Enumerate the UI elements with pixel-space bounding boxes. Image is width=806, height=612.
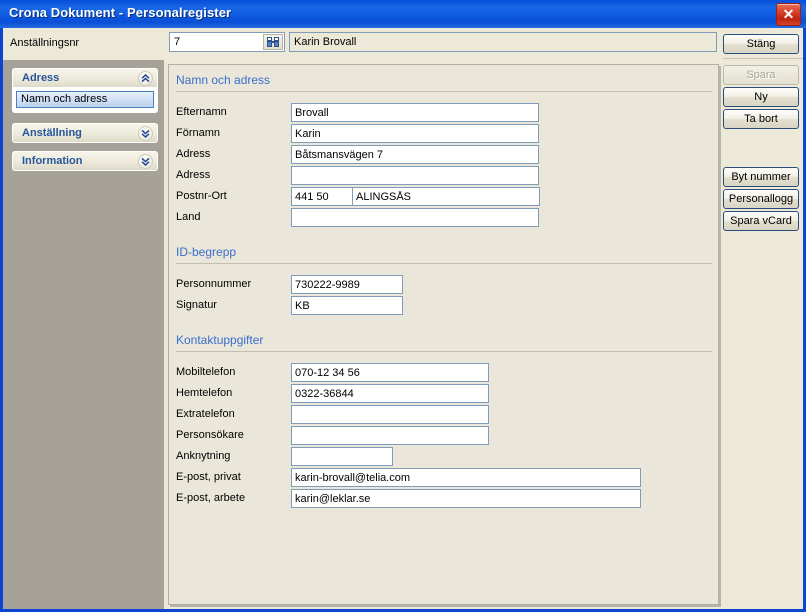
form-field-row: Signatur	[169, 296, 718, 316]
form-field-row: Mobiltelefon	[169, 363, 718, 383]
delete-button[interactable]: Ta bort	[723, 109, 799, 129]
field-label: Land	[176, 211, 201, 223]
close-button[interactable]: ✕	[776, 3, 801, 26]
form-field-row: Postnr-Ort	[169, 187, 718, 207]
field-label: Mobiltelefon	[176, 366, 236, 378]
field-label: Personnummer	[176, 278, 252, 290]
form-field-row: Personsökare	[169, 426, 718, 446]
sidebar-group-title-anstallning: Anställning	[22, 127, 82, 139]
form-field-row: Efternamn	[169, 103, 718, 123]
sidebar-item-namn-och-adress[interactable]: Namn och adress	[16, 91, 154, 108]
employee-name-display: Karin Brovall	[289, 32, 717, 52]
window-title-separator: -	[115, 5, 127, 20]
section-title: Kontaktuppgifter	[176, 333, 264, 347]
sidebar-group-title-information: Information	[22, 155, 83, 167]
section-title: Namn och adress	[176, 73, 271, 87]
form-field-row: Extratelefon	[169, 405, 718, 425]
field-input[interactable]	[291, 187, 353, 206]
field-input[interactable]	[291, 363, 489, 382]
field-label: Adress	[176, 148, 211, 160]
window-title-app: Crona Dokument	[9, 5, 116, 20]
field-label: Postnr-Ort	[176, 190, 227, 202]
field-input[interactable]	[291, 426, 489, 445]
form-field-row: Hemtelefon	[169, 384, 718, 404]
field-input[interactable]	[291, 296, 403, 315]
form-field-row: Land	[169, 208, 718, 228]
button-column-divider	[723, 58, 803, 59]
field-label: Signatur	[176, 299, 217, 311]
window-title: Crona Dokument - Personalregister	[9, 5, 231, 20]
save-vcard-button[interactable]: Spara vCard	[723, 211, 799, 231]
sidebar-group-header-information[interactable]: Information	[12, 151, 158, 171]
section-rule	[176, 351, 712, 352]
field-label: Extratelefon	[176, 408, 235, 420]
field-label: E-post, arbete	[176, 492, 246, 504]
close-window-button[interactable]: Stäng	[723, 34, 799, 54]
employee-number-input[interactable]	[170, 33, 263, 51]
field-label: E-post, privat	[176, 471, 241, 483]
sidebar-group-adress: Adress Namn och adress	[12, 68, 158, 113]
form-field-row: Personnummer	[169, 275, 718, 295]
new-button[interactable]: Ny	[723, 87, 799, 107]
field-label: Adress	[176, 169, 211, 181]
field-label: Efternamn	[176, 106, 227, 118]
chevron-double-down-icon[interactable]	[138, 154, 153, 169]
field-label: Förnamn	[176, 127, 221, 139]
sidebar-group-header-adress[interactable]: Adress	[12, 68, 158, 88]
employee-number-field-wrapper	[169, 32, 285, 52]
section-title: ID-begrepp	[176, 245, 237, 259]
sidebar-group-body-adress: Namn och adress	[12, 88, 158, 113]
navigation-sidebar: Adress Namn och adress Anställning Infor…	[3, 60, 164, 609]
chevron-double-down-icon[interactable]	[138, 126, 153, 141]
field-label: Personsökare	[176, 429, 244, 441]
save-button[interactable]: Spara	[723, 65, 799, 85]
field-input[interactable]	[291, 468, 641, 487]
form-field-row: Förnamn	[169, 124, 718, 144]
form-field-row: Adress	[169, 166, 718, 186]
form-field-row: Adress	[169, 145, 718, 165]
title-bar: Crona Dokument - Personalregister ✕	[0, 0, 806, 28]
employee-number-label: Anställningsnr	[10, 37, 80, 49]
field-input[interactable]	[291, 124, 539, 143]
form-field-row: Anknytning	[169, 447, 718, 467]
window-title-document: Personalregister	[127, 5, 232, 20]
field-input[interactable]	[291, 145, 539, 164]
field-input[interactable]	[291, 275, 403, 294]
section-rule	[176, 91, 712, 92]
binoculars-icon[interactable]	[263, 34, 283, 50]
form-field-row: E-post, arbete	[169, 489, 718, 509]
application-window: Crona Dokument - Personalregister ✕ Anst…	[0, 0, 806, 612]
field-input[interactable]	[291, 405, 489, 424]
section-rule	[176, 263, 712, 264]
field-label: Anknytning	[176, 450, 231, 462]
field-input[interactable]	[291, 208, 539, 227]
field-label: Hemtelefon	[176, 387, 233, 399]
field-input[interactable]	[291, 384, 489, 403]
close-icon: ✕	[782, 6, 795, 22]
chevron-double-up-icon[interactable]	[138, 71, 153, 86]
sidebar-group-title-adress: Adress	[22, 72, 60, 84]
form-panel: Namn och adress Efternamn Förnamn Adress Adr…	[168, 64, 719, 605]
sidebar-group-anstallning: Anställning	[12, 123, 158, 143]
field-input[interactable]	[291, 447, 393, 466]
sidebar-group-information: Information	[12, 151, 158, 171]
field-input[interactable]	[291, 103, 539, 122]
field-input[interactable]	[291, 166, 539, 185]
personnel-log-button[interactable]: Personallogg	[723, 189, 799, 209]
field-input[interactable]	[291, 489, 641, 508]
change-number-button[interactable]: Byt nummer	[723, 167, 799, 187]
sidebar-group-header-anstallning[interactable]: Anställning	[12, 123, 158, 143]
form-field-row: E-post, privat	[169, 468, 718, 488]
top-toolbar: Anställningsnr Karin Brovall	[3, 28, 803, 60]
field-input-secondary[interactable]	[352, 187, 540, 206]
